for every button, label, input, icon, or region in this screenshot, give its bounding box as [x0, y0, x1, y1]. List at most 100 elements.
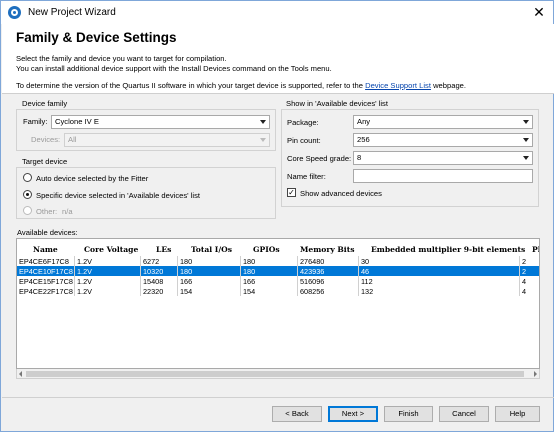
finish-button[interactable]: Finish — [384, 406, 433, 422]
column-divider — [240, 256, 241, 266]
name-filter-label: Name filter: — [287, 172, 326, 181]
specific-device-radio[interactable] — [23, 190, 32, 199]
family-label: Family: — [23, 117, 48, 126]
scroll-left-icon[interactable] — [19, 371, 22, 377]
speed-grade-select-value: 8 — [357, 153, 362, 162]
package-select[interactable]: Any — [353, 115, 533, 129]
table-cell: 112 — [361, 277, 373, 286]
chevron-down-icon — [260, 138, 266, 142]
auto-device-radio[interactable] — [23, 173, 32, 182]
column-divider — [240, 286, 241, 296]
table-cell: 276480 — [300, 257, 325, 266]
table-cell: EP4CE10F17C8 — [19, 267, 73, 276]
column-divider — [297, 276, 298, 286]
table-cell: EP4CE15F17C8 — [19, 277, 73, 286]
column-divider — [297, 286, 298, 296]
table-cell: 4 — [522, 287, 527, 296]
target-device-group-title: Target device — [22, 157, 68, 166]
description-line-3-text: To determine the version of the Quartus … — [16, 81, 363, 90]
chevron-down-icon — [260, 120, 266, 124]
column-header-memory-bits[interactable]: Memory Bits — [300, 245, 354, 254]
back-button[interactable]: < Back — [272, 406, 322, 422]
column-divider — [74, 286, 75, 296]
scroll-right-icon[interactable] — [534, 371, 537, 377]
table-cell: 2 — [522, 257, 527, 266]
table-cell: 180 — [243, 267, 256, 276]
page-title: Family & Device Settings — [16, 30, 177, 45]
table-cell: 1.2V — [77, 277, 93, 286]
table-cell: 423936 — [300, 267, 325, 276]
device-support-list-link[interactable]: Device Support List — [365, 81, 431, 90]
column-divider — [519, 276, 520, 286]
table-cell: 2 — [522, 267, 527, 276]
table-row[interactable]: EP4CE15F17C8 1.2V 15408 166 166 516096 112 4 — [17, 276, 539, 286]
column-divider — [140, 256, 141, 266]
column-header-name[interactable]: Name — [33, 245, 58, 254]
table-cell: 46 — [361, 267, 370, 276]
family-select[interactable]: Cyclone IV E — [51, 115, 270, 129]
table-cell: 10320 — [143, 267, 164, 276]
column-divider — [358, 256, 359, 266]
scrollbar-thumb[interactable] — [26, 371, 524, 377]
column-divider — [358, 276, 359, 286]
column-header-total-ios[interactable]: Total I/Os — [191, 245, 232, 254]
table-cell: EP4CE6F17C8 — [19, 257, 69, 266]
column-divider — [297, 256, 298, 266]
speed-grade-select[interactable]: 8 — [353, 151, 533, 165]
devices-select[interactable]: All — [64, 133, 270, 147]
table-cell: 4 — [522, 277, 527, 286]
family-select-value: Cyclone IV E — [55, 117, 99, 126]
close-icon[interactable]: ✕ — [531, 5, 547, 20]
title-bar: New Project Wizard ✕ — [1, 1, 553, 24]
column-header-embedded-multiplier[interactable]: Embedded multiplier 9-bit elements — [371, 245, 525, 254]
column-divider — [74, 256, 75, 266]
package-label: Package: — [287, 118, 319, 127]
help-button[interactable]: Help — [495, 406, 540, 422]
cancel-button[interactable]: Cancel — [439, 406, 489, 422]
table-cell: 166 — [243, 277, 256, 286]
chevron-down-icon — [523, 120, 529, 124]
table-cell: 516096 — [300, 277, 325, 286]
horizontal-scrollbar[interactable] — [16, 369, 540, 379]
description-line-3-suffix: webpage. — [433, 81, 467, 90]
description-line-1: Select the family and device you want to… — [16, 54, 227, 63]
column-divider — [240, 276, 241, 286]
column-header-pll[interactable]: Pl — [532, 245, 539, 254]
column-divider — [177, 256, 178, 266]
table-cell: 22320 — [143, 287, 164, 296]
name-filter-input[interactable] — [353, 169, 533, 183]
show-advanced-checkbox[interactable]: ✓ — [287, 188, 296, 197]
window-title: New Project Wizard — [28, 7, 116, 18]
available-devices-table[interactable]: Name Core Voltage LEs Total I/Os GPIOs M… — [16, 238, 540, 369]
column-divider — [74, 276, 75, 286]
next-button[interactable]: Next > — [328, 406, 378, 422]
column-header-les[interactable]: LEs — [156, 245, 171, 254]
column-header-gpios[interactable]: GPIOs — [253, 245, 280, 254]
column-divider — [177, 276, 178, 286]
column-divider — [140, 286, 141, 296]
pin-count-select-value: 256 — [357, 135, 370, 144]
table-cell: 1.2V — [77, 267, 93, 276]
column-divider — [358, 286, 359, 296]
header-divider — [2, 93, 554, 94]
quartus-app-icon — [8, 6, 21, 19]
table-row[interactable]: EP4CE22F17C8 1.2V 22320 154 154 608256 132 4 — [17, 286, 539, 296]
page-header: Family & Device Settings Select the fami… — [2, 24, 554, 93]
table-cell: 30 — [361, 257, 370, 266]
pin-count-select[interactable]: 256 — [353, 133, 533, 147]
table-cell: 608256 — [300, 287, 325, 296]
other-device-radio[interactable] — [23, 206, 32, 215]
table-cell: 154 — [180, 287, 193, 296]
column-divider — [358, 266, 359, 276]
table-row[interactable]: EP4CE6F17C8 1.2V 6272 180 180 276480 30 2 — [17, 256, 539, 266]
other-device-label: Other: — [36, 207, 58, 216]
table-cell: 1.2V — [77, 257, 93, 266]
table-cell: 132 — [361, 287, 374, 296]
column-divider — [140, 276, 141, 286]
chevron-down-icon — [523, 156, 529, 160]
column-header-core-voltage[interactable]: Core Voltage — [84, 245, 138, 254]
column-divider — [519, 266, 520, 276]
column-divider — [177, 266, 178, 276]
table-row[interactable]: EP4CE10F17C8 1.2V 10320 180 180 423936 46 2 — [17, 266, 539, 276]
chevron-down-icon — [523, 138, 529, 142]
